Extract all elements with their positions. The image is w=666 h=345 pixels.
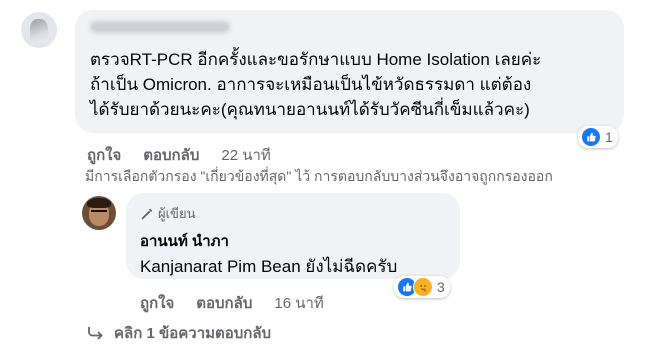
view-more-replies-link[interactable]: คลิก 1 ข้อความตอบกลับ <box>88 321 271 345</box>
comment-line: ตรวจRT-PCR อีกครั้งและขอรักษาแบบ Home Is… <box>90 50 542 69</box>
author-badge: ผู้เขียน <box>140 203 195 224</box>
avatar-glasses <box>91 210 107 216</box>
reply-reactions[interactable]: 3 <box>394 276 450 298</box>
reply-arrow-icon <box>88 327 103 340</box>
reply-text: Kanjanarat Pim Bean ยังไม่ฉีดครับ <box>140 257 398 276</box>
reaction-count: 3 <box>437 279 445 295</box>
commenter-avatar[interactable] <box>21 12 57 48</box>
like-button[interactable]: ถูกใจ <box>140 291 174 315</box>
reply-timestamp[interactable]: 16 นาที <box>274 291 323 315</box>
filter-notice: มีการเลือกตัวกรอง "เกี่ยวข้องที่สุด" ไว้… <box>85 168 553 184</box>
reply-actions: ถูกใจ ตอบกลับ 16 นาที <box>140 291 346 315</box>
comment-text: ตรวจRT-PCR อีกครั้งและขอรักษาแบบ Home Is… <box>90 47 620 122</box>
like-button[interactable]: ถูกใจ <box>87 143 121 167</box>
reply-bubble: ผู้เขียน อานนท์ นำภา Kanjanarat Pim Bean… <box>126 193 460 279</box>
comment-timestamp[interactable]: 22 นาที <box>221 143 270 167</box>
avatar-image <box>30 19 48 43</box>
comment-line: ถ้าเป็น Omicron. อาการจะเหมือนเป็นไข้หวั… <box>90 75 532 94</box>
care-icon <box>413 277 433 297</box>
pencil-icon <box>141 208 153 219</box>
author-avatar[interactable] <box>82 196 116 230</box>
view-more-replies-label: คลิก 1 ข้อความตอบกลับ <box>114 325 272 342</box>
avatar-hair <box>87 198 111 208</box>
reaction-count: 1 <box>605 129 613 145</box>
commenter-name-blurred[interactable] <box>90 21 230 33</box>
reply-button[interactable]: ตอบกลับ <box>196 291 252 315</box>
author-badge-label: ผู้เขียน <box>158 206 196 221</box>
comment-actions: ถูกใจ ตอบกลับ 22 นาที <box>87 143 293 167</box>
like-icon <box>581 127 601 147</box>
comment-bubble: ตรวจRT-PCR อีกครั้งและขอรักษาแบบ Home Is… <box>75 10 624 133</box>
comment-reactions[interactable]: 1 <box>578 126 618 148</box>
reply-author-name[interactable]: อานนท์ นำภา <box>140 229 229 253</box>
comment-line: ได้รับยาด้วยนะคะ(คุณทนายอานนท์ได้รับวัคซ… <box>90 100 530 119</box>
reply-button[interactable]: ตอบกลับ <box>143 143 199 167</box>
